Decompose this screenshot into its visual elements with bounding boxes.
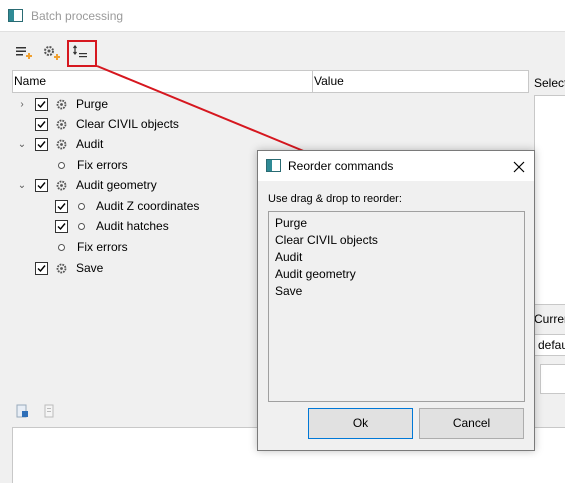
row-label: Purge <box>76 97 109 111</box>
current-value-field[interactable]: defau <box>533 334 565 356</box>
list-item[interactable]: Audit geometry <box>275 267 356 281</box>
dialog-title: Reorder commands <box>288 159 394 173</box>
list-item[interactable]: Purge <box>275 216 307 230</box>
gear-icon <box>56 263 67 274</box>
add-command-icon <box>16 47 32 59</box>
column-header-name[interactable]: Name <box>13 71 313 92</box>
row-label: Fix errors <box>77 240 128 254</box>
chevron-down-icon[interactable]: ⌄ <box>17 139 27 151</box>
checkbox-audit-geometry[interactable] <box>35 179 48 192</box>
list-item[interactable]: Clear CIVIL objects <box>275 233 378 247</box>
list-item[interactable]: Save <box>275 284 302 298</box>
dialog-hint: Use drag & drop to reorder: <box>268 193 402 205</box>
grid-header: Name Value <box>12 70 529 93</box>
cancel-button[interactable]: Cancel <box>419 408 524 439</box>
add-settings-button[interactable] <box>39 40 63 64</box>
dot-icon <box>58 162 65 169</box>
row-label: Fix errors <box>77 158 128 172</box>
current-label: Curren <box>534 312 565 326</box>
gear-icon <box>56 180 67 191</box>
checkbox-purge[interactable] <box>35 98 48 111</box>
dot-icon <box>78 223 85 230</box>
chevron-right-icon[interactable]: › <box>17 99 27 111</box>
tree-row-clear-civil[interactable]: Clear CIVIL objects <box>12 116 529 136</box>
list-item[interactable]: Audit <box>275 250 302 264</box>
checkbox-audit[interactable] <box>35 138 48 151</box>
dot-icon <box>78 203 85 210</box>
row-label: Audit Z coordinates <box>96 199 200 213</box>
add-command-button[interactable] <box>12 40 36 64</box>
side-button[interactable] <box>540 364 565 394</box>
ok-button[interactable]: Ok <box>308 408 413 439</box>
row-label: Audit geometry <box>76 178 157 192</box>
checkbox-audit-z[interactable] <box>55 200 68 213</box>
save-file-icon[interactable] <box>15 404 29 418</box>
reorder-commands-dialog: Reorder commands Use drag & drop to reor… <box>257 150 535 451</box>
app-icon <box>266 159 281 172</box>
select-list[interactable] <box>534 95 565 305</box>
close-icon[interactable] <box>508 156 530 178</box>
chevron-down-icon[interactable]: ⌄ <box>17 180 27 192</box>
dialog-titlebar: Reorder commands <box>258 151 534 181</box>
window-titlebar: Batch processing <box>0 0 565 32</box>
app-icon <box>8 9 23 22</box>
checkbox-clear-civil[interactable] <box>35 118 48 131</box>
gear-icon <box>56 119 67 130</box>
gear-icon <box>56 139 67 150</box>
select-label: Select <box>534 76 565 90</box>
dot-icon <box>58 244 65 251</box>
window-title: Batch processing <box>31 9 124 23</box>
row-label: Audit <box>76 137 104 151</box>
gear-icon <box>56 99 67 110</box>
row-label: Save <box>76 261 104 275</box>
tree-row-purge[interactable]: › Purge <box>12 96 529 116</box>
checkbox-audit-hatches[interactable] <box>55 220 68 233</box>
row-label: Audit hatches <box>96 219 169 233</box>
add-settings-icon <box>44 46 60 60</box>
column-header-value[interactable]: Value <box>313 71 530 92</box>
row-label: Clear CIVIL objects <box>76 117 179 131</box>
document-icon[interactable] <box>42 404 56 418</box>
reorder-callout-box <box>67 40 97 67</box>
reorder-list[interactable]: Purge Clear CIVIL objects Audit Audit ge… <box>268 211 525 402</box>
checkbox-save[interactable] <box>35 262 48 275</box>
